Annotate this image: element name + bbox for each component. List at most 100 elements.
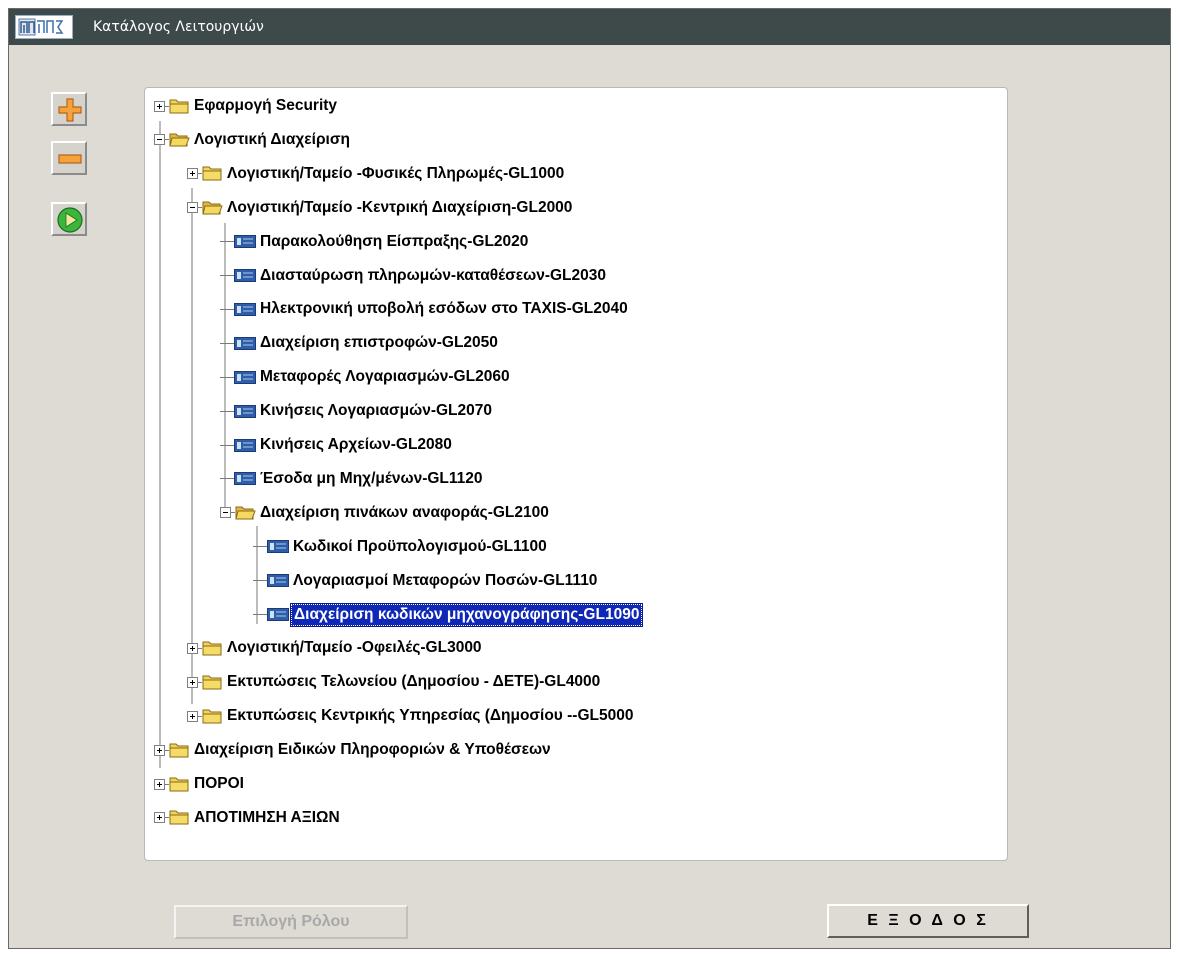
tree-folder-node[interactable]: Λογιστική/Ταμείο -Κεντρική Διαχείριση-GL… bbox=[187, 196, 574, 220]
tree-folder-node[interactable]: ΠΟΡΟΙ bbox=[154, 772, 246, 796]
tree-node-label[interactable]: Λογιστική Διαχείριση bbox=[192, 130, 352, 150]
form-module-icon bbox=[234, 269, 256, 282]
expand-toggle-icon[interactable] bbox=[187, 710, 198, 722]
tree-node-label[interactable]: Κινήσεις Λογαριασμών-GL2070 bbox=[258, 401, 494, 421]
tree-node-label[interactable]: Διαχείριση επιστροφών-GL2050 bbox=[258, 333, 500, 353]
open-folder-icon bbox=[169, 133, 190, 147]
tree-folder-node[interactable]: Εφαρμογή Security bbox=[154, 94, 339, 118]
folder-icon bbox=[169, 810, 189, 825]
tree-node-label[interactable]: Λογιστική/Ταμείο -Φυσικές Πληρωμές-GL100… bbox=[225, 164, 566, 184]
tree-connector bbox=[220, 410, 234, 412]
expand-all-button[interactable] bbox=[51, 92, 87, 126]
collapse-toggle-icon[interactable] bbox=[187, 202, 198, 214]
tree-connector bbox=[220, 376, 234, 378]
expand-toggle-icon[interactable] bbox=[154, 100, 165, 112]
function-tree[interactable]: Εφαρμογή Security Λογιστική Διαχείριση Λογ… bbox=[144, 87, 1008, 861]
open-folder-icon bbox=[235, 506, 256, 520]
tree-connector bbox=[253, 614, 267, 615]
tree-connector bbox=[220, 444, 234, 446]
tree-connector bbox=[220, 241, 234, 243]
collapse-toggle-icon[interactable] bbox=[154, 134, 165, 146]
tree-folder-node[interactable]: Εκτυπώσεις Κεντρικής Υπηρεσίας (Δημοσίου… bbox=[187, 704, 635, 728]
tree-node-label[interactable]: Λογιστική/Ταμείο -Οφειλές-GL3000 bbox=[225, 638, 484, 658]
tree-folder-node[interactable]: Διαχείριση Ειδικών Πληροφοριών & Υποθέσε… bbox=[154, 738, 553, 762]
folder-icon bbox=[202, 166, 222, 181]
tree-node-label[interactable]: Κινήσεις Αρχείων-GL2080 bbox=[258, 435, 454, 455]
open-folder-icon bbox=[202, 201, 223, 215]
minus-icon bbox=[58, 154, 82, 164]
expand-toggle-icon[interactable] bbox=[154, 812, 165, 824]
run-button[interactable] bbox=[51, 202, 87, 236]
form-module-icon bbox=[234, 370, 256, 384]
tree-connector bbox=[220, 342, 234, 344]
tree-node-label[interactable]: Διαχείριση πινάκων αναφοράς-GL2100 bbox=[258, 503, 551, 523]
window-title: Κατάλογος Λειτουργιών bbox=[93, 19, 264, 35]
folder-icon bbox=[169, 743, 189, 758]
form-module-icon bbox=[234, 472, 256, 486]
form-module-icon bbox=[234, 336, 256, 350]
form-module-icon bbox=[267, 574, 289, 588]
tree-form-node[interactable]: Διαχείριση κωδικών μηχανογράφησης-GL1090 bbox=[253, 602, 644, 627]
form-module-icon bbox=[234, 404, 256, 418]
form-module-icon bbox=[267, 540, 289, 554]
select-role-button[interactable]: Επιλογή Ρόλου bbox=[174, 905, 408, 939]
plus-icon bbox=[58, 98, 82, 122]
tree-node-label[interactable]: Εκτυπώσεις Τελωνείου (Δημοσίου - ΔΕΤΕ)-G… bbox=[225, 672, 602, 692]
tree-folder-node[interactable]: Λογιστική/Ταμείο -Φυσικές Πληρωμές-GL100… bbox=[187, 162, 566, 186]
selected-tree-node-label[interactable]: Διαχείριση κωδικών μηχανογράφησης-GL1090 bbox=[289, 602, 644, 627]
tree-form-node[interactable]: Κινήσεις Αρχείων-GL2080 bbox=[220, 433, 454, 457]
folder-icon bbox=[169, 99, 189, 113]
tree-folder-node[interactable]: ΑΠΟΤΙΜΗΣΗ ΑΞΙΩΝ bbox=[154, 806, 342, 830]
tree-form-node[interactable]: Κωδικοί Προϋπολογισμού-GL1100 bbox=[253, 535, 549, 559]
folder-icon bbox=[169, 777, 189, 791]
tree-folder-node[interactable]: Διαχείριση πινάκων αναφοράς-GL2100 bbox=[220, 501, 551, 525]
tree-node-label[interactable]: ΠΟΡΟΙ bbox=[192, 774, 246, 794]
tree-node-label[interactable]: Μεταφορές Λογαριασμών-GL2060 bbox=[258, 367, 512, 387]
form-module-icon bbox=[234, 438, 256, 452]
play-icon bbox=[57, 207, 83, 233]
tree-node-label[interactable]: Παρακολούθηση Είσπραξης-GL2020 bbox=[258, 232, 530, 252]
tree-node-label[interactable]: Εκτυπώσεις Κεντρικής Υπηρεσίας (Δημοσίου… bbox=[225, 706, 635, 726]
tree-form-node[interactable]: Διασταύρωση πληρωμών-καταθέσεων-GL2030 bbox=[220, 264, 608, 288]
tree-node-label[interactable]: Λογιστική/Ταμείο -Κεντρική Διαχείριση-GL… bbox=[225, 198, 574, 218]
tree-form-node[interactable]: Μεταφορές Λογαριασμών-GL2060 bbox=[220, 365, 512, 389]
tree-node-label[interactable]: Διαχείριση Ειδικών Πληροφοριών & Υποθέσε… bbox=[192, 740, 553, 760]
tree-node-label[interactable]: Έσοδα μη Μηχ/μένων-GL1120 bbox=[258, 469, 485, 489]
tree-connector bbox=[220, 478, 234, 480]
form-module-icon bbox=[267, 608, 289, 621]
tree-node-label[interactable]: Ηλεκτρονική υποβολή εσόδων στο TAXIS-GL2… bbox=[258, 299, 630, 319]
expand-toggle-icon[interactable] bbox=[187, 168, 198, 180]
tree-node-label[interactable]: Λογαριασμοί Μεταφορών Ποσών-GL1110 bbox=[291, 571, 599, 591]
exit-button[interactable]: Ε Ξ Ο Δ Ο Σ bbox=[827, 904, 1029, 938]
tree-form-node[interactable]: Διαχείριση επιστροφών-GL2050 bbox=[220, 331, 500, 355]
tree-form-node[interactable]: Κινήσεις Λογαριασμών-GL2070 bbox=[220, 399, 494, 423]
tree-node-label[interactable]: Κωδικοί Προϋπολογισμού-GL1100 bbox=[291, 537, 549, 557]
tree-form-node[interactable]: Λογαριασμοί Μεταφορών Ποσών-GL1110 bbox=[253, 569, 599, 593]
tree-node-label[interactable]: ΑΠΟΤΙΜΗΣΗ ΑΞΙΩΝ bbox=[192, 808, 342, 828]
expand-toggle-icon[interactable] bbox=[154, 778, 165, 790]
app-logo-icon bbox=[15, 15, 73, 39]
tree-form-node[interactable]: Ηλεκτρονική υποβολή εσόδων στο TAXIS-GL2… bbox=[220, 297, 630, 321]
expand-toggle-icon[interactable] bbox=[154, 744, 165, 756]
tree-node-label[interactable]: Εφαρμογή Security bbox=[192, 96, 339, 116]
ggps-logo-icon bbox=[18, 18, 64, 36]
tree-form-node[interactable]: Έσοδα μη Μηχ/μένων-GL1120 bbox=[220, 467, 485, 491]
expand-toggle-icon[interactable] bbox=[187, 642, 198, 654]
folder-icon bbox=[202, 709, 222, 724]
tree-node-label[interactable]: Διασταύρωση πληρωμών-καταθέσεων-GL2030 bbox=[258, 266, 608, 286]
tree-folder-node[interactable]: Λογιστική Διαχείριση bbox=[154, 128, 352, 152]
title-bar: Κατάλογος Λειτουργιών bbox=[9, 9, 1170, 45]
expand-toggle-icon[interactable] bbox=[187, 676, 198, 688]
collapse-toggle-icon[interactable] bbox=[220, 507, 231, 519]
tree-folder-node[interactable]: Εκτυπώσεις Τελωνείου (Δημοσίου - ΔΕΤΕ)-G… bbox=[187, 670, 602, 694]
tree-folder-node[interactable]: Λογιστική/Ταμείο -Οφειλές-GL3000 bbox=[187, 636, 484, 660]
tree-connector bbox=[253, 580, 267, 582]
form-module-icon bbox=[234, 302, 256, 316]
collapse-all-button[interactable] bbox=[51, 141, 87, 175]
tree-connector bbox=[220, 308, 234, 310]
tree-connector bbox=[253, 546, 267, 548]
tree-form-node[interactable]: Παρακολούθηση Είσπραξης-GL2020 bbox=[220, 230, 530, 254]
folder-icon bbox=[202, 675, 222, 690]
tree-connector bbox=[220, 275, 234, 276]
folder-icon bbox=[202, 641, 222, 656]
